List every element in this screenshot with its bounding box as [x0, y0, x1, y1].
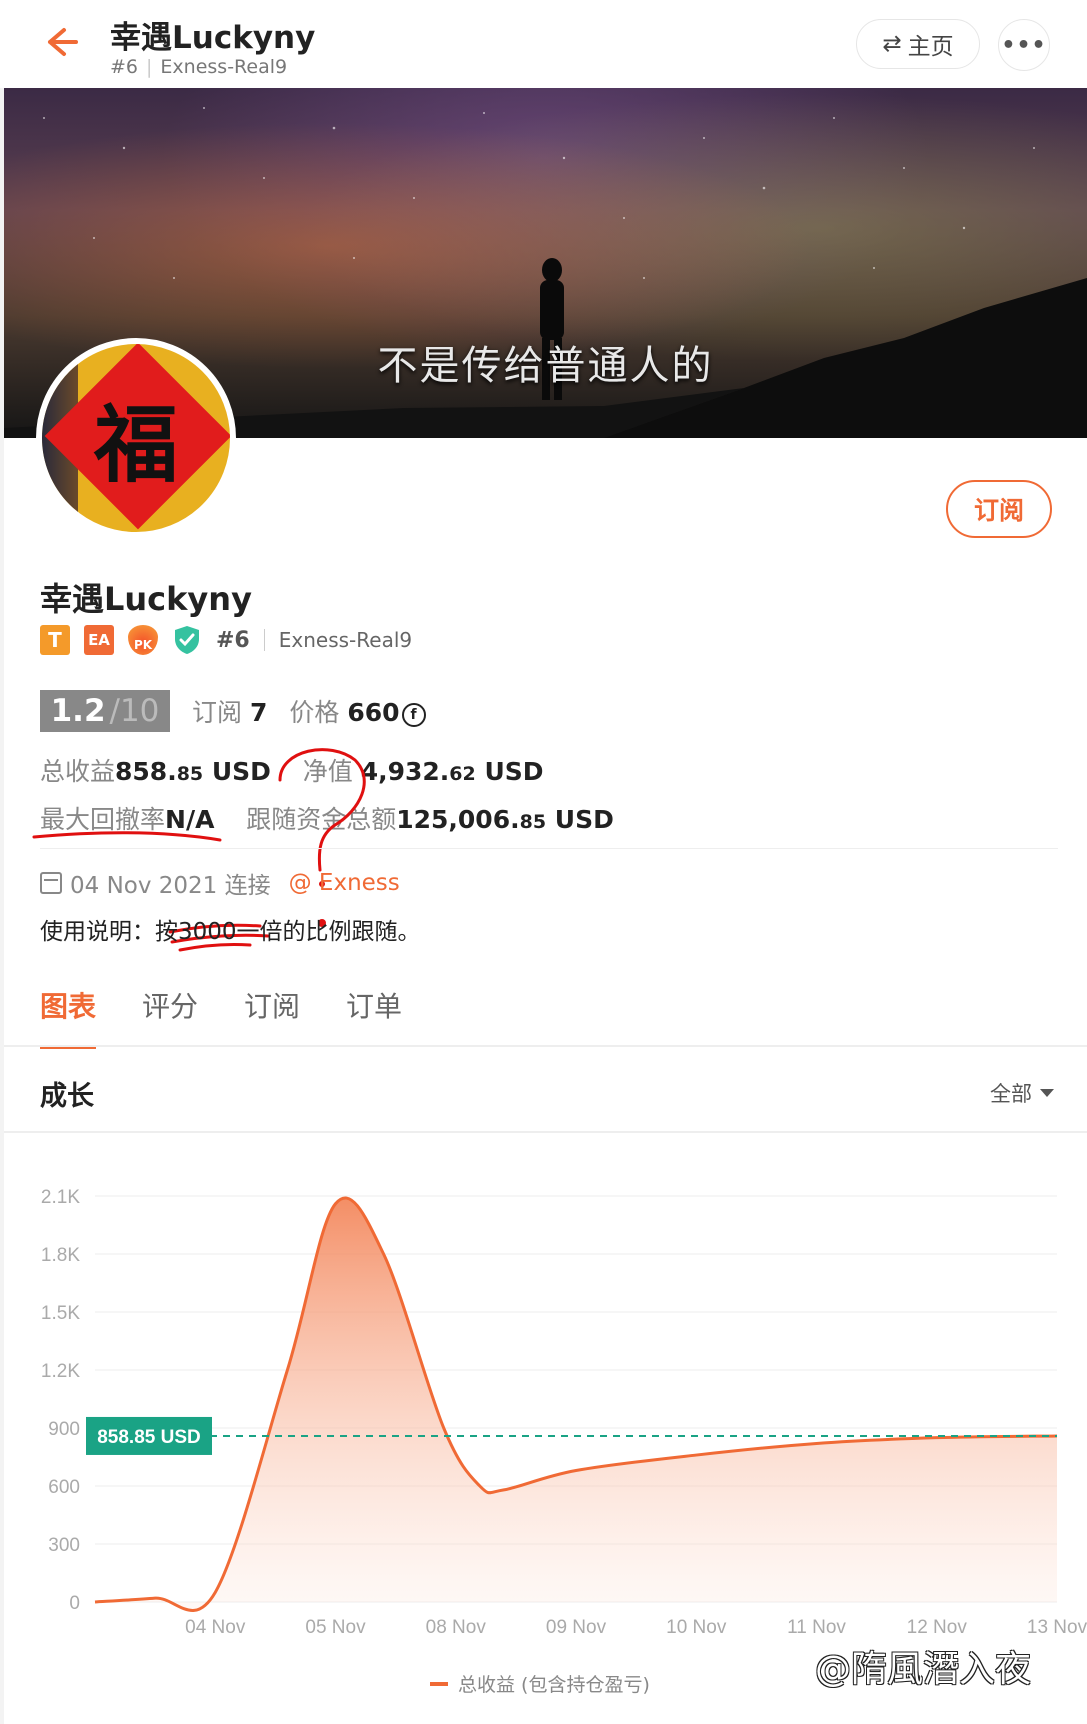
- connect-row: 04 Nov 2021 连接 @ Exness: [40, 866, 400, 900]
- x-tick-label: 11 Nov: [787, 1617, 846, 1638]
- profile-rank: #6: [216, 627, 250, 653]
- home-button[interactable]: ⇄ 主页: [856, 19, 980, 69]
- header-title: 幸遇Luckyny: [110, 20, 316, 56]
- profile-broker: Exness-Real9: [278, 628, 413, 652]
- series-area: [95, 1197, 1057, 1611]
- separator: [263, 629, 265, 651]
- tab-rating[interactable]: 评分: [142, 985, 198, 1049]
- broker-link[interactable]: @ Exness: [289, 870, 400, 896]
- tab-bar: 图表 评分 订阅 订单: [40, 985, 402, 1049]
- x-tick-label: 04 Nov: [185, 1617, 246, 1638]
- y-tick-label: 1.5K: [41, 1303, 80, 1324]
- y-tick-label: 2.1K: [41, 1187, 80, 1208]
- y-tick-label: 1.2K: [41, 1361, 80, 1382]
- x-tick-label: 09 Nov: [546, 1617, 607, 1638]
- score-badge: 1.2 /10: [40, 690, 170, 732]
- x-tick-label: 05 Nov: [305, 1617, 366, 1638]
- chart-legend[interactable]: 总收益 (包含持仓盈亏): [430, 1670, 650, 1697]
- section-title: 成长: [40, 1081, 94, 1112]
- verified-shield-icon: [172, 624, 202, 656]
- fu-character: 福: [93, 394, 178, 494]
- home-label: 主页: [907, 34, 954, 60]
- x-tick-label: 08 Nov: [426, 1617, 487, 1638]
- y-tick-label: 1.8K: [41, 1245, 80, 1266]
- header-broker: Exness-Real9: [160, 56, 288, 78]
- current-value-label: 858.85 USD: [97, 1427, 201, 1448]
- subscribe-button[interactable]: 订阅: [946, 480, 1052, 538]
- calendar-icon: [40, 872, 62, 894]
- profile-name: 幸遇Luckyny: [40, 580, 252, 618]
- more-options-button[interactable]: •••: [998, 19, 1050, 71]
- range-label: 全部: [990, 1082, 1032, 1106]
- x-tick-label: 12 Nov: [907, 1617, 968, 1638]
- growth-chart[interactable]: 858.85 USD 0 300 600 900 1.2K 1.5K 1.8K 2.1K 04…: [0, 1140, 1087, 1724]
- section-divider: [4, 1131, 1087, 1133]
- x-tick-label: 13 Nov: [1027, 1617, 1087, 1638]
- header-rank: #6: [110, 56, 139, 78]
- range-select[interactable]: 全部: [990, 1078, 1054, 1108]
- tab-subscriptions[interactable]: 订阅: [244, 985, 300, 1049]
- connected-date: 04 Nov 2021 连接: [70, 873, 271, 899]
- back-arrow-icon[interactable]: [40, 22, 90, 66]
- score-max: /10: [109, 693, 160, 729]
- coin-icon: f: [401, 703, 426, 727]
- trader-badge-icon: T: [40, 625, 70, 655]
- caret-down-icon: [1040, 1089, 1054, 1097]
- pk-badge-icon: PK: [128, 625, 158, 655]
- ea-badge-icon: EA: [84, 625, 114, 655]
- rating-row: 1.2 /10 订阅 7 价格 660 f: [40, 690, 426, 732]
- price-stat: 价格 660 f: [289, 693, 426, 729]
- usage-instructions: 使用说明：按3000一倍的比例跟随。: [40, 919, 421, 945]
- subscriptions-stat: 订阅 7: [192, 698, 268, 727]
- legend-label: 总收益 (包含持仓盈亏): [458, 1674, 650, 1696]
- switch-icon: ⇄: [882, 31, 902, 57]
- tabs-divider: [4, 1045, 1087, 1047]
- tab-orders[interactable]: 订单: [346, 985, 402, 1049]
- score-value: 1.2: [50, 693, 106, 729]
- legend-swatch: [430, 1681, 448, 1686]
- x-tick-label: 10 Nov: [666, 1617, 727, 1638]
- info-divider: [40, 848, 1058, 849]
- tab-chart[interactable]: 图表: [40, 985, 97, 1049]
- avatar[interactable]: 福: [36, 338, 236, 538]
- badge-row: T EA PK #6 Exness-Real9: [40, 624, 412, 656]
- y-tick-label: 300: [48, 1535, 80, 1556]
- top-header: 幸遇Luckyny #6 | Exness-Real9 ⇄ 主页 •••: [0, 0, 1087, 88]
- header-subtitle: #6 | Exness-Real9: [110, 56, 288, 78]
- y-tick-label: 900: [48, 1419, 80, 1440]
- y-tick-label: 0: [69, 1593, 80, 1614]
- y-tick-label: 600: [48, 1477, 80, 1498]
- watermark: @隋風潛入夜: [815, 1649, 1032, 1690]
